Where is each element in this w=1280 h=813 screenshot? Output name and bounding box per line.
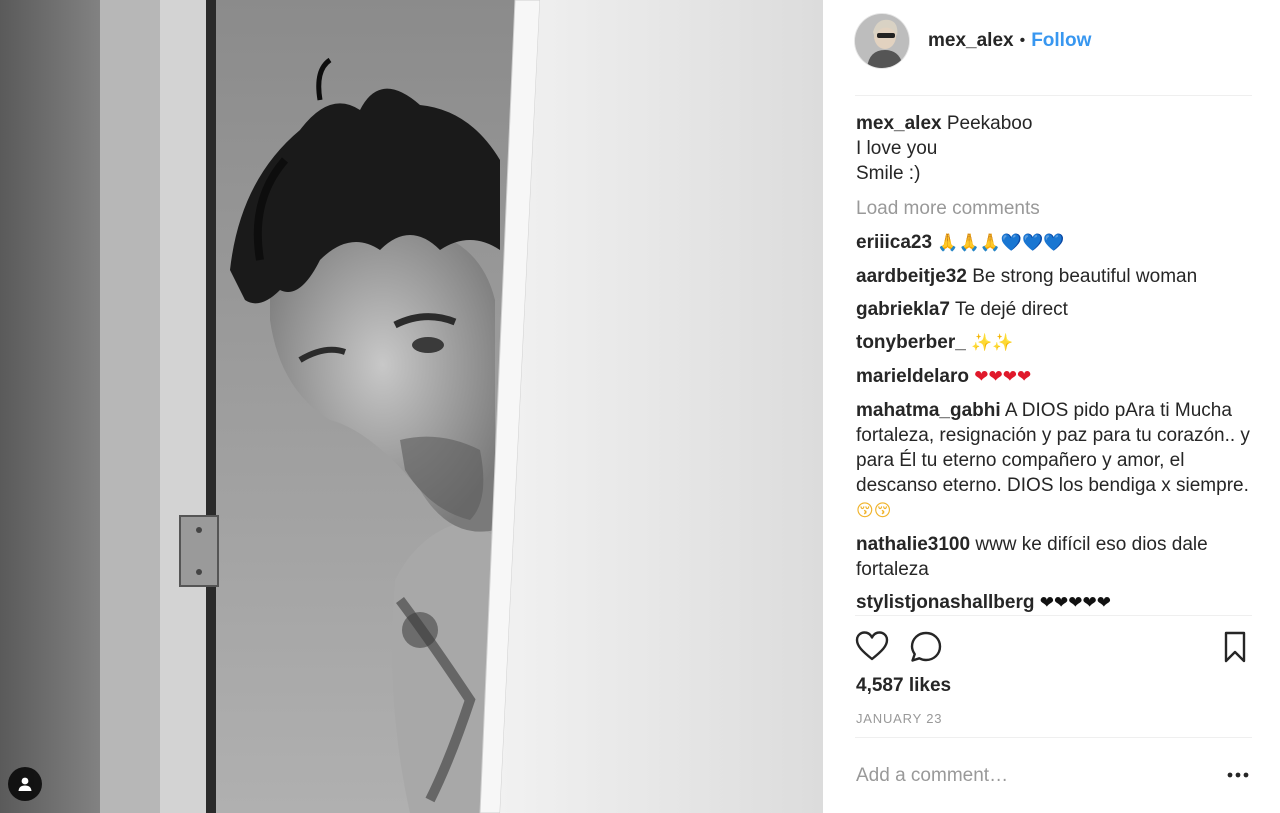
comment-emoji: ✨✨ xyxy=(971,333,1014,353)
divider xyxy=(855,95,1252,96)
divider xyxy=(855,737,1252,738)
header-separator: • xyxy=(1019,32,1026,49)
comment-username[interactable]: mahatma_gabhi xyxy=(856,400,1001,421)
caption-line: Smile :) xyxy=(856,163,921,184)
comment-item: stylistjonashallberg ❤❤❤❤❤ xyxy=(856,590,1251,616)
comment-icon[interactable] xyxy=(909,630,943,669)
comment-item: tonyberber_ ✨✨ xyxy=(856,330,1251,356)
comment-username[interactable]: tonyberber_ xyxy=(856,332,966,353)
comment-text: Te dejé direct xyxy=(954,299,1068,320)
add-comment-input[interactable] xyxy=(856,760,1176,792)
heart-icon[interactable] xyxy=(855,630,889,667)
caption-line: Peekaboo xyxy=(946,113,1033,134)
comment-item: mahatma_gabhi A DIOS pido pAra ti Mucha … xyxy=(856,398,1251,524)
avatar[interactable] xyxy=(855,14,909,68)
likes-count[interactable]: 4,587 likes xyxy=(856,675,951,697)
comment-username[interactable]: eriiica23 xyxy=(856,232,932,253)
comment-emoji: 💙💙💙 xyxy=(1000,233,1065,253)
photo-image xyxy=(0,0,823,813)
comment-item: marieldelaro ❤❤❤❤ xyxy=(856,364,1251,390)
post-details-panel: mex_alex • Follow mex_alex Peekaboo I lo… xyxy=(823,0,1280,813)
comment-username[interactable]: nathalie3100 xyxy=(856,534,970,555)
comment-thread: eriiica23 🙏🙏🙏💙💙💙 aardbeitje32 Be strong b… xyxy=(856,230,1251,616)
more-options-icon[interactable] xyxy=(1227,766,1249,784)
divider xyxy=(855,615,1252,616)
action-bar xyxy=(855,630,1253,666)
comments-list: mex_alex Peekaboo I love you Smile :) Lo… xyxy=(856,111,1251,624)
caption-username[interactable]: mex_alex xyxy=(856,113,942,134)
comment-item: aardbeitje32 Be strong beautiful woman xyxy=(856,264,1251,289)
comment-emoji: ❤❤❤❤❤ xyxy=(1039,593,1111,613)
comment-username[interactable]: stylistjonashallberg xyxy=(856,592,1034,613)
comment-text: Be strong beautiful woman xyxy=(972,266,1198,287)
follow-button[interactable]: Follow xyxy=(1031,30,1091,52)
comment-emoji: ❤❤❤❤ xyxy=(974,367,1032,387)
caption: mex_alex Peekaboo I love you Smile :) xyxy=(856,111,1251,186)
comment-item: gabriekla7 Te dejé direct xyxy=(856,297,1251,322)
comment-username[interactable]: marieldelaro xyxy=(856,366,969,387)
comment-item: eriiica23 🙏🙏🙏💙💙💙 xyxy=(856,230,1251,256)
bookmark-icon[interactable] xyxy=(1221,630,1249,669)
comment-emoji: 🙏🙏🙏 xyxy=(937,233,1001,253)
load-more-comments-button[interactable]: Load more comments xyxy=(856,196,1251,221)
comment-username[interactable]: gabriekla7 xyxy=(856,299,950,320)
caption-line: I love you xyxy=(856,138,938,159)
post-photo[interactable] xyxy=(0,0,823,813)
user-tag-icon[interactable] xyxy=(8,767,42,801)
post-header: mex_alex • Follow xyxy=(855,13,1091,69)
comment-item: nathalie3100 www ke difícil eso dios dal… xyxy=(856,532,1251,582)
post-date[interactable]: JANUARY 23 xyxy=(856,711,942,726)
comment-username[interactable]: aardbeitje32 xyxy=(856,266,967,287)
author-username[interactable]: mex_alex xyxy=(928,30,1014,52)
comment-emoji: 😚😚 xyxy=(856,501,892,521)
